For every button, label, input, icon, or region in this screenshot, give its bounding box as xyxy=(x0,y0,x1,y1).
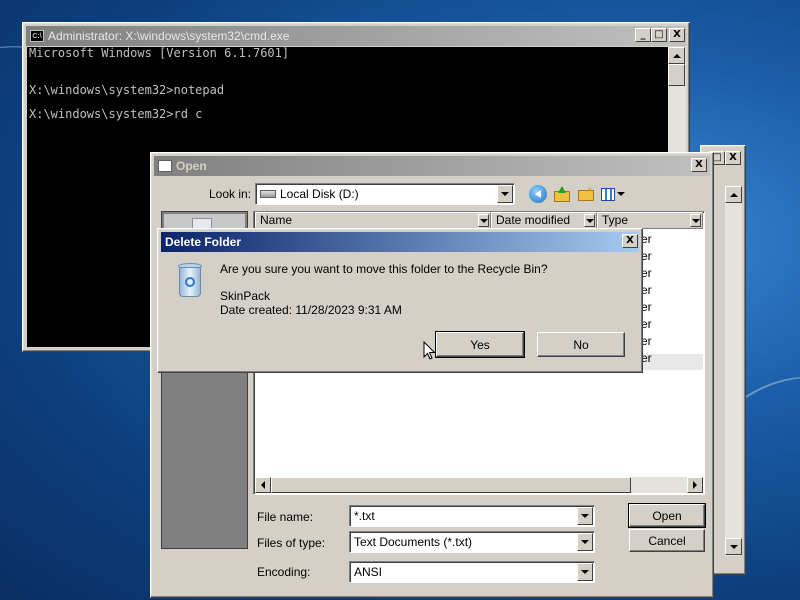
file-name-dropdown-button[interactable] xyxy=(577,507,593,525)
look-in-label: Look in: xyxy=(209,187,252,201)
look-in-value: Local Disk (D:) xyxy=(280,187,359,201)
bg-scroll-down-button[interactable] xyxy=(725,538,742,555)
encoding-value: ANSI xyxy=(354,565,383,579)
yes-button[interactable]: Yes xyxy=(435,331,525,358)
encoding-dropdown-button[interactable] xyxy=(577,563,593,581)
up-folder-icon[interactable] xyxy=(553,186,571,202)
open-titlebar[interactable]: Open xyxy=(154,156,710,176)
look-in-combo[interactable]: Local Disk (D:) xyxy=(255,183,515,205)
cmd-titlebar[interactable]: C:\ Administrator: X:\windows\system32\c… xyxy=(26,26,686,46)
cmd-title: Administrator: X:\windows\system32\cmd.e… xyxy=(48,29,290,43)
scroll-up-button[interactable] xyxy=(668,47,685,64)
delete-title: Delete Folder xyxy=(165,235,242,249)
mouse-pointer-icon xyxy=(423,341,436,360)
no-button[interactable]: No xyxy=(537,332,625,357)
open-button[interactable]: Open xyxy=(628,503,706,528)
file-name-value: *.txt xyxy=(354,509,375,523)
column-header-date[interactable]: Date modified xyxy=(491,212,597,229)
encoding-label: Encoding: xyxy=(257,565,311,579)
notepad-icon xyxy=(158,160,172,172)
file-name-combo[interactable]: *.txt xyxy=(349,505,595,527)
cmd-close-button[interactable]: X xyxy=(669,28,685,42)
delete-item-date: Date created: 11/28/2023 9:31 AM xyxy=(220,303,402,317)
delete-item-name: SkinPack xyxy=(220,289,271,303)
encoding-combo[interactable]: ANSI xyxy=(349,561,595,583)
column-header-date-label: Date modified xyxy=(496,213,571,227)
delete-question: Are you sure you want to move this folde… xyxy=(220,262,548,276)
hard-drive-icon xyxy=(260,190,276,198)
hscroll-left-button[interactable] xyxy=(255,477,271,493)
files-of-type-combo[interactable]: Text Documents (*.txt) xyxy=(349,531,595,553)
look-in-dropdown-button[interactable] xyxy=(497,185,513,203)
column-type-dropdown[interactable] xyxy=(690,214,701,227)
open-title: Open xyxy=(176,159,207,173)
console-line: Microsoft Windows [Version 6.1.7601] xyxy=(29,46,290,60)
file-list-hscrollbar[interactable] xyxy=(255,477,703,493)
cmd-icon: C:\ xyxy=(30,30,44,42)
recycle-bin-icon xyxy=(176,263,204,299)
cancel-button[interactable]: Cancel xyxy=(629,529,705,552)
delete-titlebar[interactable]: Delete Folder xyxy=(161,232,639,252)
views-menu-icon[interactable] xyxy=(601,186,625,202)
delete-folder-dialog: Delete Folder X Are you sure you want to… xyxy=(157,228,643,373)
open-dialog: Open X Look in: Local Disk (D:) * Name D… xyxy=(150,152,714,598)
cmd-maximize-button[interactable]: □ xyxy=(651,28,667,42)
bg-close-button[interactable]: X xyxy=(725,151,741,165)
console-line: X:\windows\system32>rd c xyxy=(29,107,203,121)
column-header-type[interactable]: Type xyxy=(597,212,703,229)
column-header-type-label: Type xyxy=(602,213,629,227)
hscroll-right-button[interactable] xyxy=(687,477,703,493)
files-of-type-dropdown-button[interactable] xyxy=(577,533,593,551)
files-of-type-label: Files of type: xyxy=(257,536,326,550)
open-close-button[interactable]: X xyxy=(691,158,707,172)
files-of-type-value: Text Documents (*.txt) xyxy=(354,535,473,549)
scroll-thumb[interactable] xyxy=(668,64,685,86)
hscroll-thumb[interactable] xyxy=(271,477,631,493)
column-date-dropdown[interactable] xyxy=(584,214,595,227)
column-header-name[interactable]: Name xyxy=(255,212,491,236)
delete-close-button[interactable]: X xyxy=(622,234,638,248)
column-name-dropdown[interactable] xyxy=(478,214,489,227)
console-line: X:\windows\system32>notepad xyxy=(29,83,225,97)
bg-scroll-up-button[interactable] xyxy=(725,186,742,203)
back-arrow-icon[interactable] xyxy=(529,185,547,203)
cmd-minimize-button[interactable]: _ xyxy=(635,28,651,42)
column-header-name-label: Name xyxy=(260,213,293,227)
file-name-label: File name: xyxy=(257,510,314,524)
bg-scrollbar[interactable] xyxy=(725,186,742,556)
new-folder-icon[interactable]: * xyxy=(577,186,595,202)
